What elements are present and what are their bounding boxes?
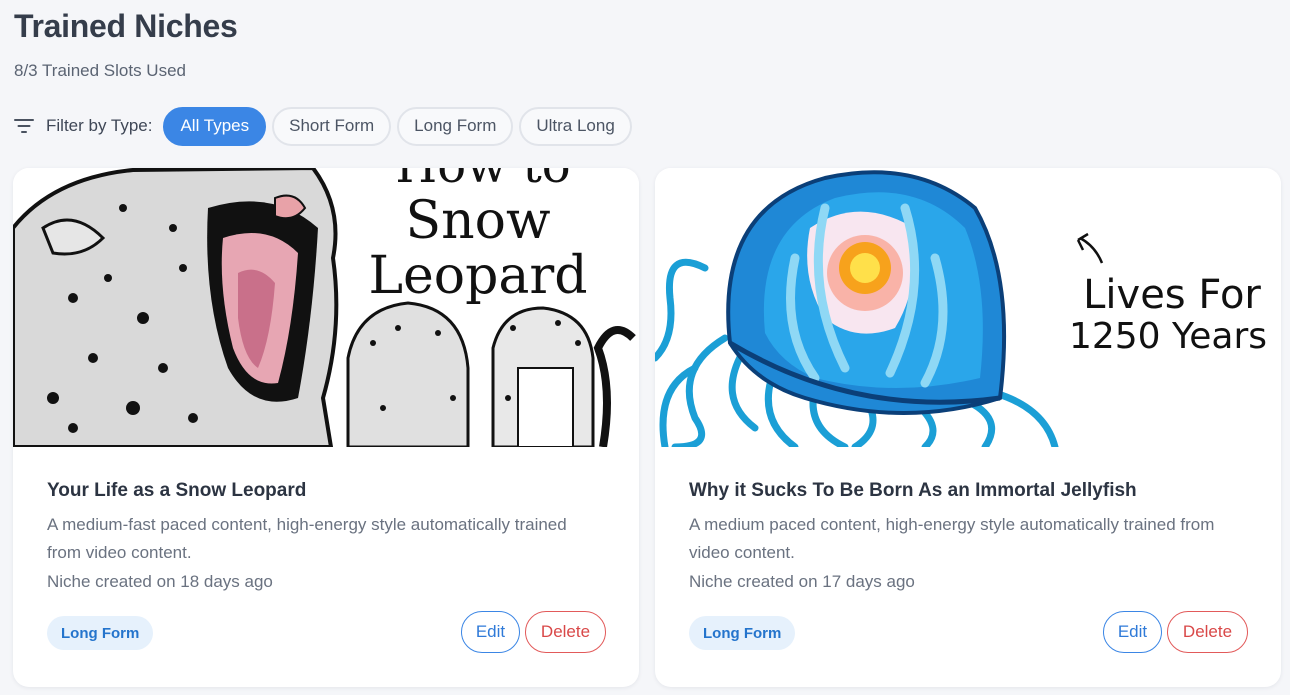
filter-chip-ultra-long[interactable]: Ultra Long [519,106,632,146]
page-title: Trained Niches [14,8,238,44]
filter-bar: Filter by Type: All Types Short Form Lon… [14,106,638,146]
card-description: A medium-fast paced content, high-energy… [47,515,567,562]
thumbnail-jellyfish: Lives For 1250 Years [655,168,1281,447]
filter-label-text: Filter by Type: [46,116,153,135]
niche-card-jellyfish[interactable]: Lives For 1250 Years Why it Sucks To Be … [655,168,1281,687]
card-created-date: Niche created on 17 days ago [689,572,915,591]
delete-button[interactable]: Delete [525,611,606,653]
thumbnail-text-line-2: 1250 Years [1069,316,1267,357]
filter-icon [14,119,34,133]
card-title: Why it Sucks To Be Born As an Immortal J… [689,480,1137,501]
niche-card-snow-leopard[interactable]: How to Snow Leopard Your Life as a Snow … [13,168,639,687]
delete-button[interactable]: Delete [1167,611,1248,653]
filter-chip-all-types[interactable]: All Types [163,106,267,146]
filter-label: Filter by Type: [14,116,152,136]
edit-button[interactable]: Edit [461,611,520,653]
card-title: Your Life as a Snow Leopard [47,480,307,501]
card-description: A medium paced content, high-energy styl… [689,515,1215,562]
type-badge: Long Form [47,616,154,650]
filter-chip-short-form[interactable]: Short Form [272,106,392,146]
type-badge: Long Form [689,616,796,650]
filter-chip-long-form[interactable]: Long Form [397,106,514,146]
thumbnail-text-line-2: Snow [406,191,551,251]
slots-used-text: 8/3 Trained Slots Used [14,61,186,80]
thumbnail-text-line-1: Lives For [1083,272,1261,318]
edit-button[interactable]: Edit [1103,611,1162,653]
card-body: Your Life as a Snow Leopard A medium-fas… [47,480,605,592]
card-body: Why it Sucks To Be Born As an Immortal J… [689,480,1247,592]
thumbnail-snow-leopard: How to Snow Leopard [13,168,639,447]
thumbnail-text-line-3: Leopard [368,246,587,306]
card-created-date: Niche created on 18 days ago [47,572,273,591]
